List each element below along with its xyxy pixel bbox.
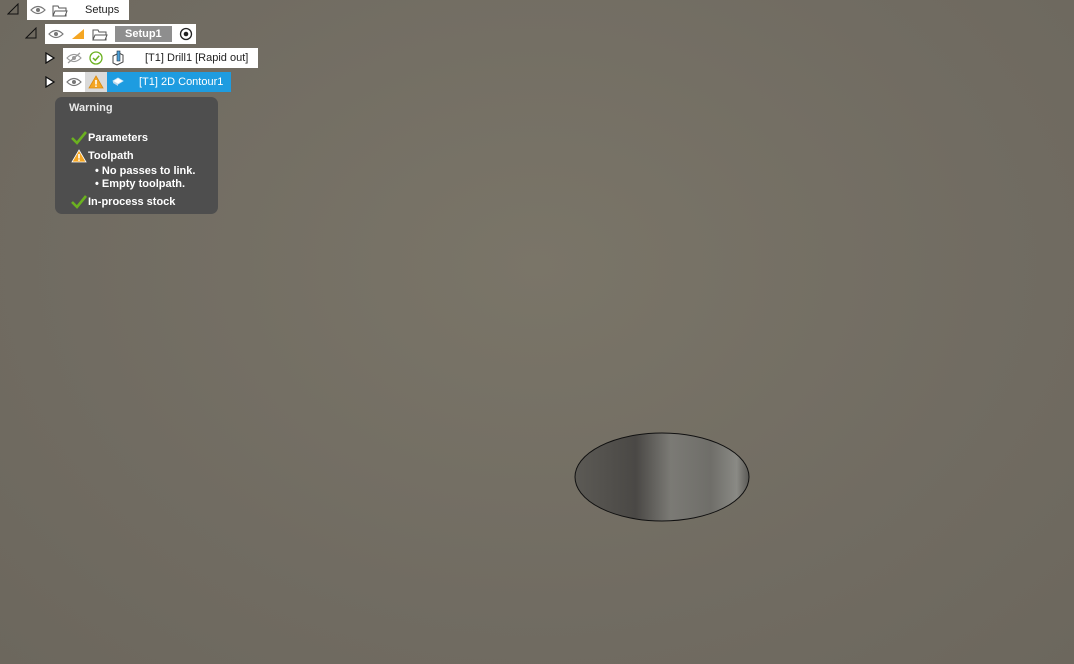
tooltip-title: Warning xyxy=(69,102,113,114)
drill-operation-icon xyxy=(107,48,129,68)
setup1-label: Setup1 xyxy=(115,26,172,42)
bullet-icon: • xyxy=(95,165,102,177)
warning-tooltip: Warning Parameters Toolpath • No passes … xyxy=(55,97,218,214)
eye-icon[interactable] xyxy=(27,0,49,20)
browser-row-setups[interactable]: Setups xyxy=(27,0,130,20)
expand-contour1-icon[interactable] xyxy=(44,76,56,88)
folder-open-icon xyxy=(49,0,71,20)
expand-drill1-icon[interactable] xyxy=(44,52,56,64)
setups-label: Setups xyxy=(85,4,120,16)
eye-icon[interactable] xyxy=(63,72,85,92)
folder-open-icon xyxy=(89,24,111,44)
model-hole-geometry[interactable] xyxy=(574,432,750,522)
drill1-label: [T1] Drill1 [Rapid out] xyxy=(145,52,249,64)
warning-icon xyxy=(70,148,88,164)
bullet-icon: • xyxy=(95,178,102,190)
browser-row-setup1[interactable]: Setup1 xyxy=(45,24,196,44)
tooltip-detail: • No passes to link. xyxy=(95,165,195,177)
tooltip-item-label: Parameters xyxy=(88,132,148,144)
tooltip-item-parameters: Parameters xyxy=(70,130,148,146)
2d-contour1-label: [T1] 2D Contour1 xyxy=(129,72,232,92)
warning-triangle-icon xyxy=(67,24,89,44)
warning-icon xyxy=(85,72,107,92)
tooltip-detail-text: Empty toolpath. xyxy=(101,178,186,190)
checkmark-icon xyxy=(70,194,88,210)
tooltip-detail-text: No passes to link. xyxy=(101,165,196,177)
eye-hidden-icon[interactable] xyxy=(63,48,85,68)
operation-row-2d-contour1[interactable]: [T1] 2D Contour1 xyxy=(63,72,232,92)
tooltip-item-toolpath: Toolpath xyxy=(70,148,134,164)
tooltip-item-in-process-stock: In-process stock xyxy=(70,194,175,210)
checkmark-icon xyxy=(70,130,88,146)
tooltip-detail: • Empty toolpath. xyxy=(95,178,185,190)
check-circle-icon xyxy=(85,48,107,68)
contour-operation-icon xyxy=(107,72,129,92)
collapse-root-icon[interactable] xyxy=(7,3,19,15)
operation-row-drill1[interactable]: [T1] Drill1 [Rapid out] xyxy=(63,48,259,68)
activate-setup-radio-icon[interactable] xyxy=(176,24,196,44)
collapse-setup-icon[interactable] xyxy=(25,27,37,39)
eye-icon[interactable] xyxy=(45,24,67,44)
tooltip-item-label: In-process stock xyxy=(88,196,176,208)
tooltip-item-label: Toolpath xyxy=(88,150,134,162)
